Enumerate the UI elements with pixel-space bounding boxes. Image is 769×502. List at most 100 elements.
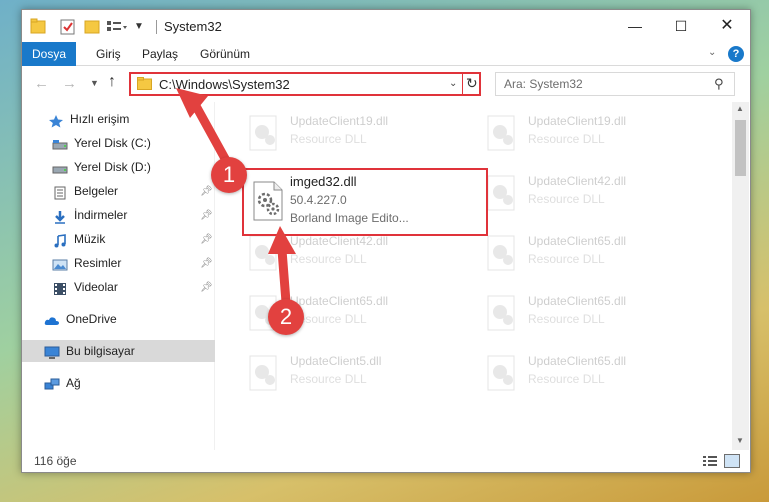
back-arrow-icon[interactable]: ← xyxy=(34,75,49,92)
file-tile[interactable]: UpdateClient42.dll Resource DLL xyxy=(242,230,468,288)
pin-icon[interactable]: 📌︎ xyxy=(200,186,213,197)
file-name: UpdateClient65.dll xyxy=(528,294,627,308)
file-type: Resource DLL xyxy=(290,372,367,386)
sidebar-item-pictures[interactable]: Resimler xyxy=(52,252,121,274)
network-icon xyxy=(44,377,60,391)
pin-icon[interactable]: 📌︎ xyxy=(200,258,213,269)
sidebar-item-label: Videolar xyxy=(74,280,118,294)
dll-file-icon xyxy=(249,115,277,151)
address-separator xyxy=(462,74,463,94)
scroll-thumb[interactable] xyxy=(735,120,746,176)
close-button[interactable]: ✕ xyxy=(704,10,750,42)
sidebar-item-documents[interactable]: Belgeler xyxy=(52,180,118,202)
pin-icon[interactable]: 📌︎ xyxy=(200,210,213,221)
up-arrow-icon[interactable]: ↑ xyxy=(108,73,116,91)
file-tile[interactable]: UpdateClient42.dll Resource DLL xyxy=(480,170,706,228)
new-folder-icon[interactable] xyxy=(84,18,100,36)
sidebar-item-label: Hızlı erişim xyxy=(70,112,130,126)
address-bar[interactable]: C:\Windows\System32 ⌄ ↻ xyxy=(129,72,481,96)
search-icon[interactable]: ⚲ xyxy=(714,76,724,92)
details-view-icon[interactable] xyxy=(702,454,718,468)
pin-icon[interactable]: 📌︎ xyxy=(200,282,213,293)
dll-file-icon xyxy=(487,355,515,391)
expand-ribbon-icon[interactable]: ⌄ xyxy=(708,47,716,58)
recent-locations-icon[interactable]: ▼ xyxy=(90,78,99,88)
forward-arrow-icon[interactable]: → xyxy=(62,75,77,92)
status-bar: 116 öğe xyxy=(22,450,750,472)
drive-icon xyxy=(52,137,68,151)
sidebar-item-label: Bu bilgisayar xyxy=(66,344,135,358)
vertical-scrollbar[interactable]: ▲ ▼ xyxy=(732,102,749,450)
file-type: Resource DLL xyxy=(528,192,605,206)
title-bar: ▼ System32 — ☐ ✕ xyxy=(22,10,750,42)
file-tile[interactable]: UpdateClient65.dll Resource DLL xyxy=(480,350,706,408)
file-tile[interactable]: UpdateClient19.dll Resource DLL xyxy=(480,110,706,168)
tab-share[interactable]: Paylaş xyxy=(132,42,188,66)
ribbon-tabs: Dosya Giriş Paylaş Görünüm ⌄ ? xyxy=(22,42,750,66)
step-badge-2: 2 xyxy=(268,299,304,335)
file-version: 50.4.227.0 xyxy=(290,193,347,207)
tiles-view-icon[interactable] xyxy=(724,454,740,468)
scroll-down-icon[interactable]: ▼ xyxy=(736,436,744,445)
file-name: UpdateClient42.dll xyxy=(290,234,389,248)
file-type: Resource DLL xyxy=(290,132,367,146)
sidebar-item-label: Yerel Disk (C:) xyxy=(74,136,151,150)
file-type: Resource DLL xyxy=(528,372,605,386)
sidebar-item-music[interactable]: Müzik xyxy=(52,228,105,250)
scroll-up-icon[interactable]: ▲ xyxy=(736,104,744,113)
sidebar-item-label: Belgeler xyxy=(74,184,119,198)
file-tile[interactable]: UpdateClient65.dll Resource DLL xyxy=(480,290,706,348)
file-name: UpdateClient5.dll xyxy=(290,354,382,368)
window-title: System32 xyxy=(164,19,222,34)
cloud-icon xyxy=(44,313,60,327)
dll-file-icon xyxy=(253,181,283,221)
tab-home[interactable]: Giriş xyxy=(86,42,131,66)
minimize-button[interactable]: — xyxy=(612,10,658,42)
tab-file[interactable]: Dosya xyxy=(22,42,76,66)
sidebar-item-label: Resimler xyxy=(74,256,122,270)
sidebar-item-drive-d[interactable]: Yerel Disk (D:) xyxy=(52,156,151,178)
highlighted-file-tile[interactable]: imged32.dll 50.4.227.0 Borland Image Edi… xyxy=(242,168,488,236)
sidebar-item-onedrive[interactable]: OneDrive xyxy=(44,308,117,330)
maximize-button[interactable]: ☐ xyxy=(658,10,704,42)
refresh-icon[interactable]: ↻ xyxy=(466,75,478,92)
file-tile[interactable]: UpdateClient65.dll Resource DLL xyxy=(480,230,706,288)
address-path[interactable]: C:\Windows\System32 xyxy=(159,77,290,92)
dll-file-icon xyxy=(249,235,277,271)
search-input[interactable]: Ara: System32 ⚲ xyxy=(495,72,735,96)
dll-file-icon xyxy=(487,235,515,271)
pin-icon[interactable]: 📌︎ xyxy=(200,234,213,245)
sidebar-item-label: OneDrive xyxy=(66,312,117,326)
documents-icon xyxy=(52,185,68,200)
navigation-bar: ← → ▼ ↑ C:\Windows\System32 ⌄ ↻ Ara: Sys… xyxy=(22,67,750,101)
address-dropdown-icon[interactable]: ⌄ xyxy=(449,78,457,89)
quick-access-dropdown-icon[interactable]: ▼ xyxy=(134,18,144,36)
file-tile[interactable]: UpdateClient19.dll Resource DLL xyxy=(242,110,468,168)
step-badge-1: 1 xyxy=(211,157,247,193)
properties-check-icon[interactable] xyxy=(60,18,76,36)
file-type: Resource DLL xyxy=(528,312,605,326)
file-type: Resource DLL xyxy=(528,252,605,266)
sidebar-item-quick-access[interactable]: Hızlı erişim xyxy=(48,108,129,130)
dll-file-icon xyxy=(487,175,515,211)
file-name: imged32.dll xyxy=(290,174,357,189)
folder-icon[interactable] xyxy=(30,18,46,36)
file-tile[interactable]: UpdateClient5.dll Resource DLL xyxy=(242,350,468,408)
sidebar-item-network[interactable]: Ağ xyxy=(44,372,81,394)
explorer-window: ▼ System32 — ☐ ✕ Dosya Giriş Paylaş Görü… xyxy=(21,9,751,473)
star-icon xyxy=(48,113,64,128)
tab-view[interactable]: Görünüm xyxy=(190,42,260,66)
sidebar-item-this-pc[interactable]: Bu bilgisayar xyxy=(22,340,215,362)
file-name: UpdateClient65.dll xyxy=(528,354,627,368)
dll-file-icon xyxy=(249,355,277,391)
sidebar-item-label: İndirmeler xyxy=(74,208,128,222)
sidebar-item-downloads[interactable]: İndirmeler xyxy=(52,204,127,226)
computer-icon xyxy=(44,345,60,359)
file-name: UpdateClient19.dll xyxy=(290,114,389,128)
navigation-pane: Hızlı erişim Yerel Disk (C:) Yerel Disk … xyxy=(22,102,215,450)
sidebar-item-drive-c[interactable]: Yerel Disk (C:) xyxy=(52,132,151,154)
customize-toolbar-icon[interactable] xyxy=(106,18,128,36)
help-icon[interactable]: ? xyxy=(728,46,744,62)
pictures-icon xyxy=(52,257,68,271)
sidebar-item-videos[interactable]: Videolar xyxy=(52,276,118,298)
